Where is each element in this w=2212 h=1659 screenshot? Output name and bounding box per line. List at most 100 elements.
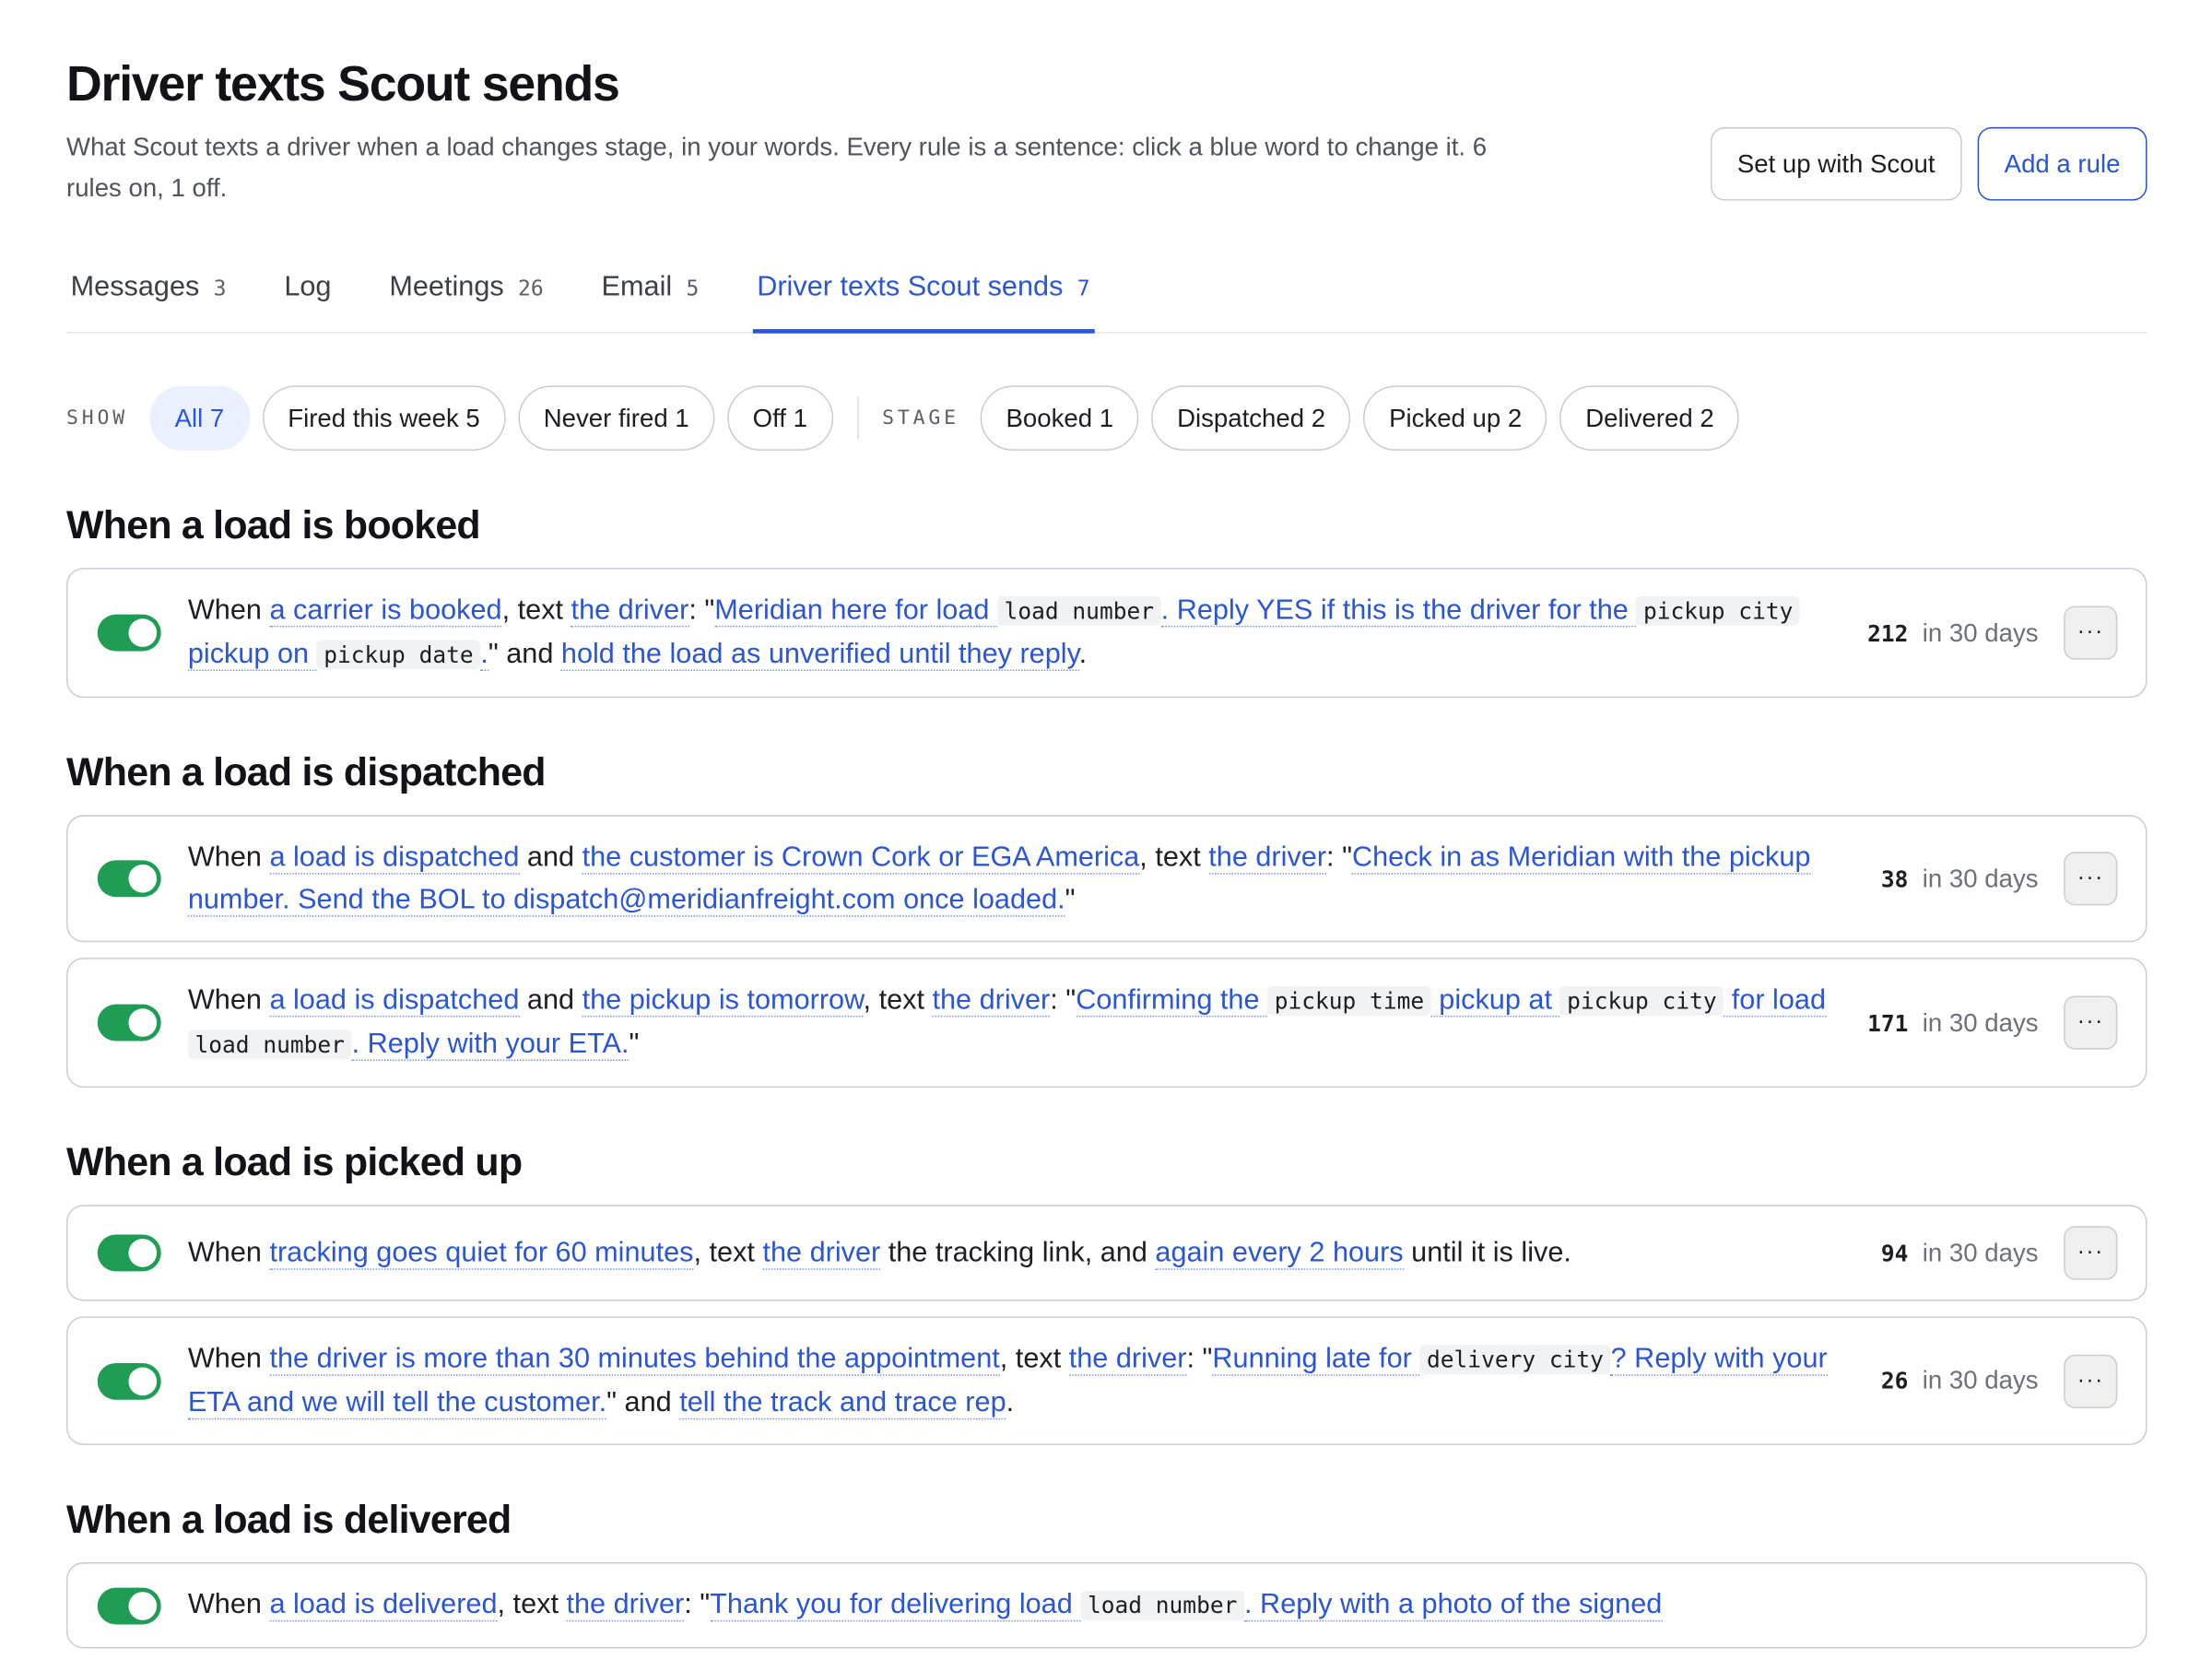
section-title: When a load is booked	[66, 502, 481, 547]
rule-editable-token[interactable]: a carrier is booked	[269, 594, 502, 628]
section-title: When a load is dispatched	[66, 749, 547, 794]
filter-chip-stage[interactable]: Dispatched 2	[1151, 385, 1351, 451]
filter-chip-show[interactable]: All 7	[149, 385, 250, 451]
filter-chip-show[interactable]: Never fired 1	[518, 385, 715, 451]
more-options-icon[interactable]: ···	[2064, 995, 2118, 1050]
filter-chip-show[interactable]: Fired this week 5	[262, 385, 506, 451]
tab-messages[interactable]: Messages 3	[66, 271, 230, 333]
rule-toggle[interactable]	[97, 1234, 161, 1272]
tab-driver-texts-scout-sends[interactable]: Driver texts Scout sends 7	[752, 271, 1095, 334]
tab-label: Driver texts Scout sends	[757, 271, 1064, 302]
rule-editable-token[interactable]: a load is delivered	[269, 1589, 498, 1622]
rule-sentence: When a load is dispatched and the custom…	[187, 836, 1881, 921]
rule-editable-token[interactable]: . Reply with your ETA.	[351, 1028, 629, 1061]
rule-fire-period: in 30 days	[1922, 1366, 2039, 1394]
tab-log[interactable]: Log	[280, 271, 335, 333]
rule-fire-period: in 30 days	[1922, 618, 2039, 647]
rule-sentence: When a carrier is booked, text the drive…	[187, 589, 1867, 677]
rule-text: , text	[999, 1343, 1069, 1375]
rule-editable-token[interactable]: the driver	[566, 1589, 685, 1622]
rule-editable-token[interactable]: .	[480, 638, 488, 671]
rule-card: When a load is dispatched and the custom…	[66, 815, 2147, 943]
rule-card: When tracking goes quiet for 60 minutes,…	[66, 1205, 2147, 1301]
filter-chip-stage[interactable]: Delivered 2	[1559, 385, 1740, 451]
rule-toggle[interactable]	[97, 860, 161, 898]
rule-text: When	[187, 1237, 270, 1269]
filter-chip-stage[interactable]: Booked 1	[980, 385, 1139, 451]
rule-editable-token[interactable]: the driver	[1068, 1343, 1187, 1376]
rule-editable-token[interactable]: a load is dispatched	[269, 984, 520, 1018]
rule-text: When	[187, 1589, 270, 1620]
rule-editable-token[interactable]: pickup at	[1430, 984, 1560, 1018]
section-title: When a load is picked up	[66, 1139, 523, 1184]
tab-label: Messages	[70, 271, 200, 302]
rule-variable: pickup time	[1267, 985, 1431, 1016]
rule-text: , text	[497, 1589, 567, 1620]
add-rule-button[interactable]: Add a rule	[1977, 126, 2147, 201]
rule-editable-token[interactable]: Confirming the	[1076, 984, 1268, 1018]
stage-filter-label: STAGE	[882, 406, 959, 429]
rule-fire-count: 94	[1880, 1239, 1909, 1266]
rule-section: When a load is dispatched When a load is …	[66, 748, 2147, 1088]
rule-fire-count: 38	[1880, 865, 1909, 892]
more-options-icon[interactable]: ···	[2064, 1226, 2118, 1280]
rule-editable-token[interactable]: the driver	[762, 1237, 881, 1270]
rule-editable-token[interactable]: hold the load as unverified until they r…	[560, 638, 1079, 671]
rule-text: When	[187, 984, 270, 1016]
rule-text: : "	[684, 1589, 711, 1620]
header-text: Driver texts Scout sends What Scout text…	[66, 53, 1493, 209]
tab-meetings[interactable]: Meetings 26	[385, 271, 548, 333]
rule-text: : "	[688, 594, 715, 626]
rule-editable-token[interactable]: tell the track and trace rep	[679, 1387, 1006, 1420]
rule-editable-token[interactable]: for load	[1724, 984, 1827, 1018]
rule-editable-token[interactable]: . Reply YES if this is the driver for th…	[1160, 594, 1637, 628]
rule-fire-period: in 30 days	[1922, 1007, 2039, 1037]
rule-text: When	[187, 841, 270, 874]
rule-variable: load number	[1080, 1590, 1245, 1620]
tab-label: Meetings	[389, 271, 504, 302]
rule-editable-token[interactable]: the driver is more than 30 minutes behin…	[269, 1343, 1000, 1376]
rule-text: , text	[501, 594, 571, 626]
rule-editable-token[interactable]: again every 2 hours	[1155, 1237, 1404, 1270]
rule-editable-token[interactable]: a load is dispatched	[269, 841, 520, 875]
rule-toggle[interactable]	[97, 1004, 161, 1041]
rule-editable-token[interactable]: the driver	[1208, 841, 1327, 875]
rule-editable-token[interactable]: Running late for	[1212, 1343, 1420, 1376]
rule-editable-token[interactable]: the customer is Crown Cork or EGA Americ…	[582, 841, 1140, 875]
rule-sentence: When a load is dispatched and the pickup…	[187, 979, 1867, 1066]
filter-chip-show[interactable]: Off 1	[727, 385, 833, 451]
more-options-icon[interactable]: ···	[2064, 1353, 2118, 1408]
tab-count: 7	[1077, 275, 1090, 300]
rule-editable-token[interactable]: Thank you for delivering load	[710, 1589, 1081, 1622]
section-title: When a load is delivered	[66, 1497, 512, 1542]
rule-variable: load number	[996, 595, 1161, 626]
rule-toggle[interactable]	[97, 1586, 161, 1624]
rule-sentence: When tracking goes quiet for 60 minutes,…	[188, 1231, 1881, 1274]
tab-label: Log	[284, 271, 332, 302]
rule-text: , text	[693, 1237, 763, 1269]
rule-editable-token[interactable]: . Reply with a photo of the signed	[1244, 1589, 1663, 1622]
rule-card: When the driver is more than 30 minutes …	[66, 1316, 2147, 1445]
filter-bar: SHOW All 7 Fired this week 5 Never fired 1O…	[66, 385, 2147, 451]
rule-toggle[interactable]	[97, 614, 161, 652]
rule-text: : "	[1050, 984, 1077, 1016]
rule-editable-token[interactable]: the driver	[571, 594, 689, 628]
rule-variable: pickup city	[1636, 595, 1801, 626]
rule-editable-token[interactable]: tracking goes quiet for 60 minutes	[269, 1237, 694, 1270]
rule-sentence: When a load is delivered, text the drive…	[188, 1583, 2118, 1628]
rule-editable-token[interactable]: the pickup is tomorrow	[582, 984, 864, 1018]
rule-text: , text	[1139, 841, 1209, 874]
rule-variable: pickup city	[1559, 985, 1724, 1016]
rule-editable-token[interactable]: Meridian here for load	[714, 594, 997, 628]
tab-email[interactable]: Email 5	[597, 271, 703, 333]
rule-toggle[interactable]	[97, 1362, 161, 1400]
rule-stat: 26 in 30 days	[1881, 1366, 2039, 1395]
setup-with-scout-button[interactable]: Set up with Scout	[1710, 126, 1962, 201]
rule-editable-token[interactable]: the driver	[932, 984, 1051, 1018]
rule-editable-token[interactable]: pickup on	[187, 638, 317, 671]
rule-text: .	[1006, 1387, 1015, 1418]
more-options-icon[interactable]: ···	[2064, 852, 2118, 906]
more-options-icon[interactable]: ···	[2064, 606, 2118, 660]
rule-text: the tracking link, and	[880, 1237, 1156, 1269]
filter-chip-stage[interactable]: Picked up 2	[1363, 385, 1547, 451]
